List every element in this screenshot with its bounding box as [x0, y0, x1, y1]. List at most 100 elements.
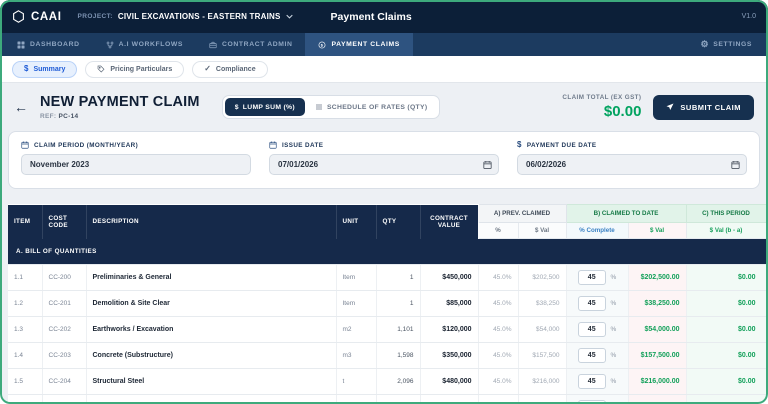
cell-qty: 1	[376, 264, 421, 291]
chevron-down-icon	[285, 14, 293, 19]
claim-period-label: CLAIM PERIOD (MONTH/YEAR)	[21, 141, 251, 149]
percent-complete-input[interactable]	[577, 322, 606, 337]
cell-contract-value: $350,000	[420, 342, 479, 369]
payment-due-date-label: $ PAYMENT DUE DATE	[517, 140, 597, 149]
cell-period-val: $0.00	[686, 368, 767, 395]
back-arrow-icon[interactable]: ←	[14, 100, 28, 114]
dollar-icon: $	[517, 140, 522, 149]
cell-period-val: $0.00	[686, 342, 767, 369]
cell-claimed-val: $54,000.00	[628, 316, 687, 343]
cell-unit: m2	[336, 316, 377, 343]
claim-ref-value: PC-14	[58, 113, 79, 120]
nav-item-label: DASHBOARD	[30, 41, 80, 48]
cell-description: Demolition & Site Clear	[86, 290, 337, 317]
claim-ref: REF: PC-14	[40, 113, 79, 120]
percent-complete-input[interactable]	[577, 296, 606, 311]
cell-prev-val: $216,000	[518, 368, 567, 395]
tab-summary[interactable]: $ Summary	[12, 60, 78, 78]
cell-period-val: $0.00	[686, 316, 767, 343]
workflow-icon	[106, 41, 113, 48]
tab-label: Pricing Particulars	[110, 65, 173, 73]
payment-due-date-input[interactable]: 06/02/2026	[517, 154, 747, 175]
issue-date-input[interactable]: 07/01/2026	[269, 154, 499, 175]
percent-sign: %	[610, 274, 617, 281]
col-group-claimed-to-date: B) CLAIMED TO DATE	[565, 204, 687, 223]
cell-period-val	[686, 394, 767, 404]
boq-table-body: A. BILL OF QUANTITIES 1.1 CC-200 Prelimi…	[8, 238, 767, 404]
percent-complete-input[interactable]	[577, 348, 606, 363]
percent-sign: %	[610, 326, 617, 333]
percent-complete-input[interactable]	[577, 400, 606, 404]
percent-sign: %	[610, 352, 617, 359]
cell-contract-value: $480,000	[420, 368, 479, 395]
claim-header: ← NEW PAYMENT CLAIM REF: PC-14 $ LUMP SU…	[0, 83, 768, 131]
cell-prev-val: $38,250	[518, 290, 567, 317]
claim-total-label: CLAIM TOTAL (EX GST)	[562, 94, 642, 101]
nav-item-settings[interactable]: ⚙ SETTINGS	[689, 33, 764, 56]
col-header-claimed-val: $ Val	[627, 222, 687, 239]
version-badge: V1.0	[741, 13, 756, 20]
claim-form-card: CLAIM PERIOD (MONTH/YEAR) November 2023 …	[8, 131, 760, 189]
col-header-cost-code: COST CODE	[42, 204, 87, 239]
cell-percent-complete: %	[566, 342, 629, 369]
calendar-picker-icon[interactable]	[483, 160, 492, 169]
table-row: 1.3 CC-202 Earthworks / Excavation m2 1,…	[8, 316, 767, 343]
tab-compliance[interactable]: ✓ Compliance	[192, 60, 268, 78]
cell-unit	[336, 394, 377, 404]
nav-item-dashboard[interactable]: DASHBOARD	[4, 33, 93, 56]
claim-total-block: CLAIM TOTAL (EX GST) $0.00	[562, 94, 641, 120]
cell-item: 1.5	[8, 368, 43, 395]
table-group-header-row: ITEM COST CODE DESCRIPTION UNIT QTY CONT…	[8, 204, 767, 239]
percent-complete-input[interactable]	[577, 270, 606, 285]
cell-description: Structural Steel	[86, 368, 337, 395]
cell-item: 1.2	[8, 290, 43, 317]
cell-unit: Item	[336, 264, 377, 291]
nav-item-payment-claims[interactable]: $ PAYMENT CLAIMS	[305, 33, 413, 56]
submit-claim-button[interactable]: SUBMIT CLAIM	[653, 94, 754, 120]
cell-claimed-val: $202,500.00	[628, 264, 687, 291]
tab-pricing-particulars[interactable]: Pricing Particulars	[85, 60, 185, 78]
col-header-prev-val: $ Val	[517, 222, 567, 239]
project-selector[interactable]: PROJECT: CIVIL EXCAVATIONS - EASTERN TRA…	[78, 12, 293, 21]
table-row: 1.5 CC-204 Structural Steel t 2,096 $480…	[8, 368, 767, 395]
percent-complete-input[interactable]	[577, 374, 606, 389]
cell-item: 1.4	[8, 342, 43, 369]
cell-item: 1.1	[8, 264, 43, 291]
cell-description	[86, 394, 337, 404]
calendar-picker-icon[interactable]	[731, 160, 740, 169]
cell-description: Preliminaries & General	[86, 264, 337, 291]
claim-period-field: CLAIM PERIOD (MONTH/YEAR) November 2023	[21, 141, 251, 175]
cell-unit: t	[336, 368, 377, 395]
cell-qty: 1,101	[376, 316, 421, 343]
cell-description: Concrete (Substructure)	[86, 342, 337, 369]
nav-item-label: A.I WORKFLOWS	[118, 41, 184, 48]
cell-percent-complete: %	[566, 394, 629, 404]
svg-text:$: $	[321, 42, 324, 47]
cell-cost-code: CC-200	[42, 264, 87, 291]
cell-claimed-val: $157,500.00	[628, 342, 687, 369]
cell-prev-pct: 45.0%	[478, 342, 519, 369]
lump-sum-toggle-button[interactable]: $ LUMP SUM (%)	[224, 98, 305, 116]
cell-percent-complete: %	[566, 290, 629, 317]
issue-date-field: ISSUE DATE 07/01/2026	[269, 141, 499, 175]
cell-item	[8, 394, 43, 404]
send-icon	[666, 103, 674, 110]
schedule-of-rates-toggle-button[interactable]: SCHEDULE OF RATES (QTY)	[305, 98, 437, 116]
col-header-description: DESCRIPTION	[86, 204, 337, 239]
claim-total-value: $0.00	[603, 103, 642, 120]
col-group-prev-claimed: A) PREV. CLAIMED	[477, 204, 567, 223]
col-group-this-period: C) THIS PERIOD	[685, 204, 767, 223]
percent-sign: %	[610, 300, 617, 307]
top-bar: CAAI PROJECT: CIVIL EXCAVATIONS - EASTER…	[0, 0, 768, 33]
col-header-period-val: $ Val (b - a)	[685, 222, 767, 239]
cell-claimed-val: $216,000.00	[628, 368, 687, 395]
col-header-qty: QTY	[376, 204, 421, 239]
cell-cost-code: CC-204	[42, 368, 87, 395]
nav-item-contract-admin[interactable]: CONTRACT ADMIN	[196, 33, 305, 56]
claim-period-input[interactable]: November 2023	[21, 154, 251, 175]
tag-icon	[98, 65, 105, 73]
calendar-icon	[269, 141, 277, 149]
nav-item-ai-workflows[interactable]: A.I WORKFLOWS	[93, 33, 196, 56]
dollar-circle-icon: $	[319, 41, 326, 48]
section-row-bill-of-quantities: A. BILL OF QUANTITIES	[8, 238, 767, 265]
